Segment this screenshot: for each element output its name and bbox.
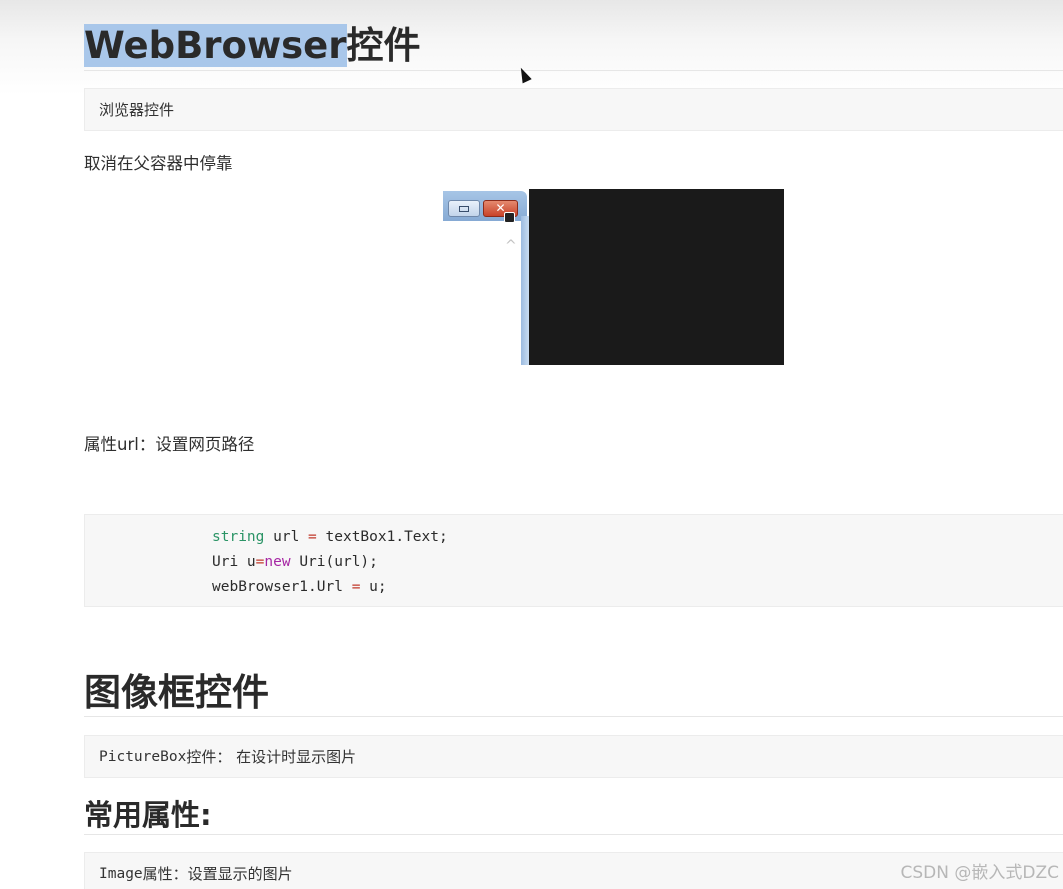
code-text: u; bbox=[360, 579, 387, 595]
selected-title-text: WebBrowser bbox=[84, 24, 347, 67]
mouse-pointer-icon bbox=[516, 65, 532, 84]
embedded-window-screenshot: ✕ ^ bbox=[443, 188, 784, 365]
code-text: Uri(url); bbox=[290, 554, 378, 570]
section-title-picturebox: 图像框控件 bbox=[84, 671, 269, 714]
code-text: Uri u bbox=[212, 554, 256, 570]
code-line-2: Uri u=new Uri(url); bbox=[212, 554, 378, 570]
document-page: WebBrowser控件 浏览器控件 取消在父容器中停靠 ✕ ^ 属性url：设… bbox=[0, 0, 1063, 889]
blockquote-code-text: Image bbox=[99, 865, 143, 882]
code-text: url bbox=[264, 529, 309, 545]
blockquote-browser-control: 浏览器控件 bbox=[84, 88, 1063, 131]
paragraph-undock: 取消在父容器中停靠 bbox=[84, 154, 233, 173]
code-text: textBox1.Text; bbox=[316, 529, 448, 545]
blockquote-text: 浏览器控件 bbox=[99, 101, 175, 119]
heading-divider bbox=[84, 70, 1063, 71]
code-keyword: new bbox=[264, 554, 291, 570]
section-title-common-properties: 常用属性: bbox=[84, 798, 212, 832]
code-block: string url = textBox1.Text; Uri u=new Ur… bbox=[84, 514, 1063, 607]
restore-button-icon bbox=[448, 200, 480, 217]
code-line-3: webBrowser1.Url = u; bbox=[212, 579, 387, 595]
page-title: WebBrowser控件 bbox=[84, 18, 421, 74]
code-operator: = bbox=[308, 529, 317, 545]
blockquote-text: 控件： 在设计时显示图片 bbox=[186, 748, 357, 766]
heading-divider bbox=[84, 834, 1063, 835]
blockquote-text: 属性：设置显示的图片 bbox=[142, 865, 293, 883]
code-keyword: string bbox=[212, 529, 265, 545]
heading-divider bbox=[84, 716, 1063, 717]
browser-content-area bbox=[529, 189, 784, 365]
watermark: CSDN @嵌入式DZC bbox=[900, 863, 1059, 883]
scroll-up-icon: ^ bbox=[505, 238, 517, 254]
window-border bbox=[521, 216, 529, 365]
paragraph-url-property: 属性url：设置网页路径 bbox=[84, 435, 255, 454]
blockquote-picturebox: PictureBox 控件： 在设计时显示图片 bbox=[84, 735, 1063, 778]
cursor-icon bbox=[504, 212, 515, 223]
code-line-1: string url = textBox1.Text; bbox=[212, 529, 448, 545]
code-text: webBrowser1.Url bbox=[212, 579, 352, 595]
blockquote-code-text: PictureBox bbox=[99, 748, 187, 765]
title-suffix: 控件 bbox=[346, 24, 421, 67]
